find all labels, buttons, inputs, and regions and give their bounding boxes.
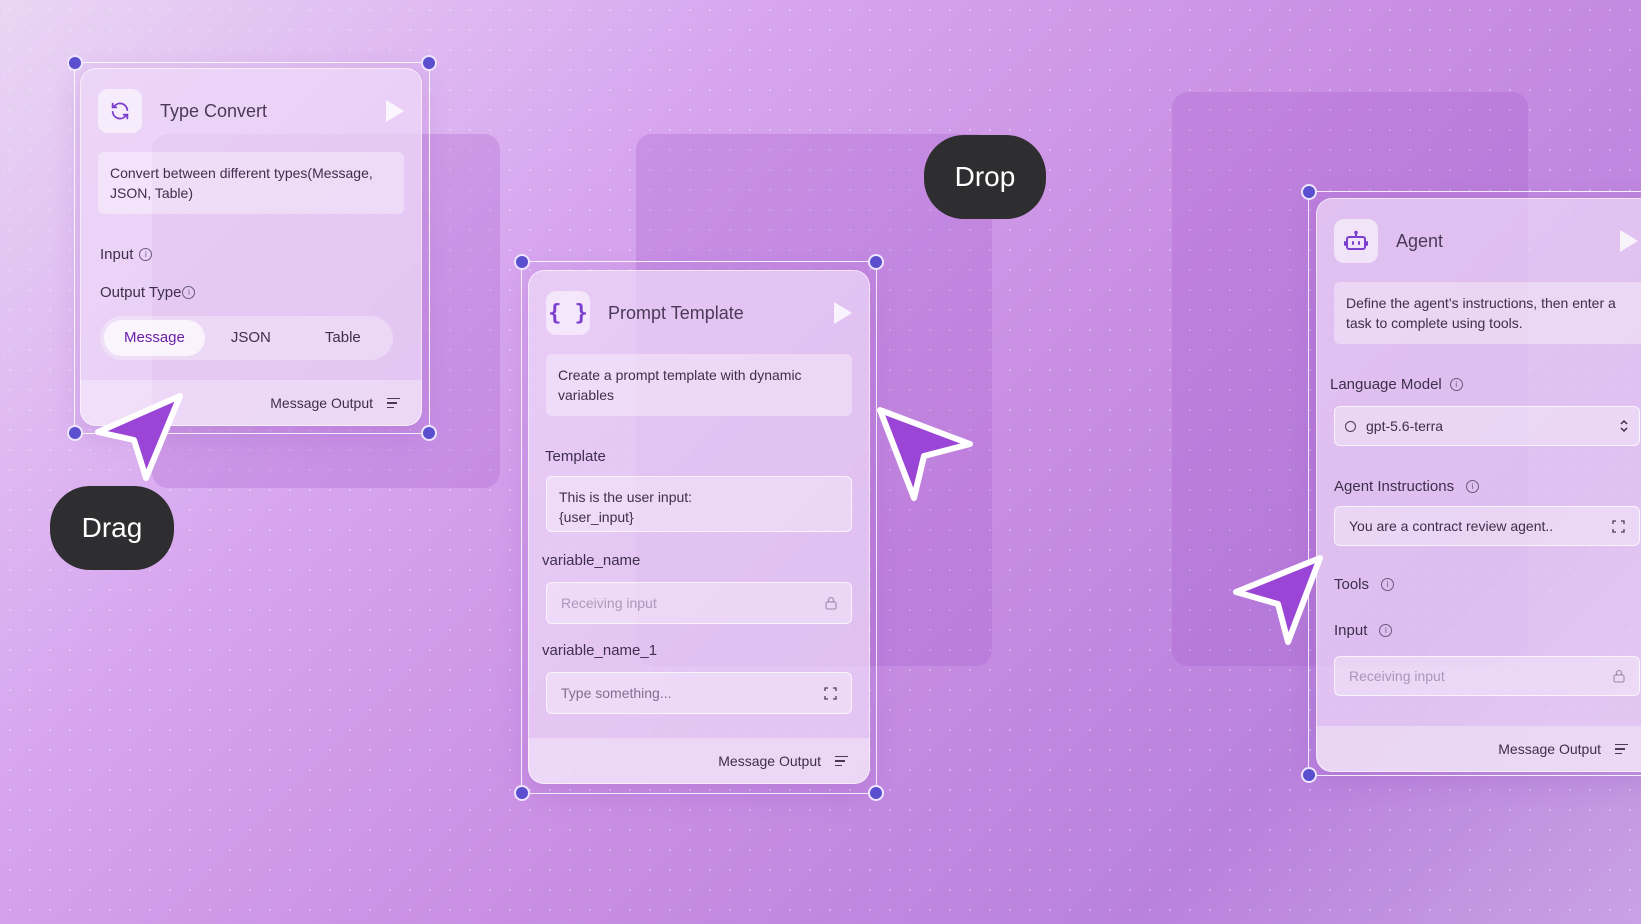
template-label: Template	[545, 448, 606, 465]
output-label: Message Output	[270, 395, 373, 411]
node-description: Create a prompt template with dynamic va…	[546, 354, 852, 416]
info-icon: i	[139, 248, 153, 261]
node-title: Agent	[1396, 230, 1444, 251]
robot-icon	[1334, 219, 1378, 263]
info-icon: i	[1466, 480, 1480, 493]
agent-instructions-label: Agent Instructions i	[1334, 478, 1480, 495]
refresh-icon	[98, 89, 142, 133]
model-value: gpt-5.6-terra	[1366, 418, 1444, 434]
lock-icon	[1613, 669, 1625, 683]
agent-input-field[interactable]: Receiving input	[1334, 656, 1640, 696]
node-title: Type Convert	[160, 100, 268, 121]
variable-name-1-label: variable_name_1	[542, 642, 658, 659]
input-placeholder: Receiving input	[561, 595, 657, 611]
prompt-template-node[interactable]: { } Prompt Template Create a prompt temp…	[528, 270, 870, 784]
menu-icon[interactable]	[387, 397, 400, 409]
option-json[interactable]: JSON	[205, 320, 297, 356]
variable-name-1-input[interactable]: Type something...	[546, 672, 852, 714]
agent-input-label: Input i	[1334, 622, 1393, 639]
option-message[interactable]: Message	[104, 320, 205, 356]
lock-icon	[825, 596, 837, 610]
info-icon: i	[1379, 624, 1393, 637]
input-label-text: Input	[100, 246, 134, 263]
input-label: Input i	[100, 246, 153, 263]
output-label: Message Output	[718, 753, 821, 769]
braces-icon: { }	[546, 291, 590, 335]
expand-icon[interactable]	[1612, 519, 1625, 533]
play-icon[interactable]	[1620, 230, 1638, 252]
instructions-value: You are a contract review agent..	[1349, 518, 1554, 534]
info-icon: i	[1449, 378, 1463, 391]
cursor-arrow-icon	[1233, 555, 1323, 645]
language-model-label: Language Model i	[1330, 376, 1463, 393]
output-type-label-text: Output Type	[100, 284, 182, 301]
variable-name-label: variable_name	[542, 552, 641, 569]
output-type-label: Output Type i	[100, 284, 196, 301]
drop-pill: Drop	[924, 135, 1046, 219]
agent-node[interactable]: Agent Define the agent’s instructions, t…	[1316, 198, 1641, 772]
agent-instructions-label-text: Agent Instructions	[1334, 478, 1455, 495]
menu-icon[interactable]	[835, 755, 848, 767]
expand-icon[interactable]	[824, 686, 837, 700]
cursor-arrow-icon	[95, 393, 183, 481]
input-placeholder: Type something...	[561, 685, 672, 701]
info-icon: i	[182, 286, 196, 299]
play-icon[interactable]	[834, 302, 852, 324]
variable-name-input[interactable]: Receiving input	[546, 582, 852, 624]
tools-label: Tools i	[1334, 576, 1395, 593]
node-description: Convert between different types(Message,…	[98, 152, 404, 214]
chevron-updown-icon[interactable]	[1619, 419, 1629, 433]
option-table[interactable]: Table	[297, 320, 389, 356]
output-label: Message Output	[1498, 741, 1601, 757]
play-icon[interactable]	[386, 100, 404, 122]
drag-pill: Drag	[50, 486, 174, 570]
node-description: Define the agent’s instructions, then en…	[1334, 282, 1641, 344]
node-title: Prompt Template	[608, 302, 744, 323]
template-value-line: This is the user input:	[559, 489, 693, 505]
language-model-label-text: Language Model	[1330, 376, 1442, 393]
input-placeholder: Receiving input	[1349, 668, 1445, 684]
template-input[interactable]: This is the user input: {user_input}	[546, 476, 852, 532]
agent-instructions-input[interactable]: You are a contract review agent..	[1334, 506, 1640, 546]
agent-input-label-text: Input	[1334, 622, 1368, 639]
language-model-select[interactable]: gpt-5.6-terra	[1334, 406, 1640, 446]
node-footer: Message Output	[528, 738, 870, 784]
model-provider-icon	[1345, 420, 1356, 432]
menu-icon[interactable]	[1615, 743, 1628, 755]
tools-label-text: Tools	[1334, 576, 1370, 593]
output-type-selector[interactable]: Message JSON Table	[100, 316, 393, 360]
type-convert-node[interactable]: Type Convert Convert between different t…	[80, 68, 422, 426]
template-value-line: {user_input}	[559, 509, 634, 525]
node-footer: Message Output	[1316, 726, 1641, 772]
info-icon: i	[1381, 578, 1395, 591]
cursor-arrow-icon	[877, 407, 973, 501]
